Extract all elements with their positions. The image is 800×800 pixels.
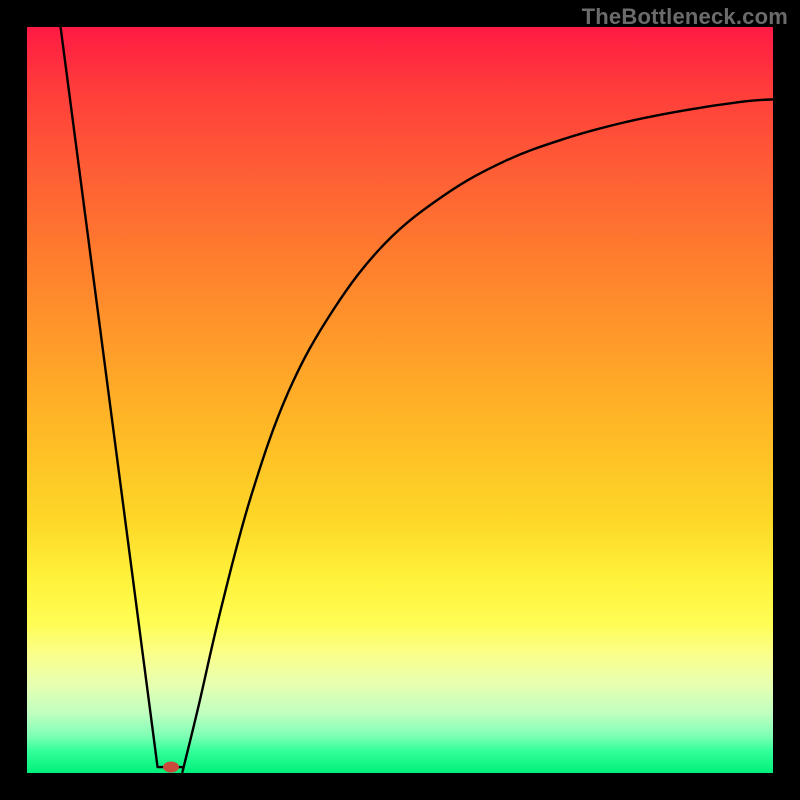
watermark-text: TheBottleneck.com bbox=[582, 4, 788, 30]
chart-frame: TheBottleneck.com bbox=[0, 0, 800, 800]
optimum-marker bbox=[163, 762, 179, 773]
curve-svg bbox=[27, 27, 773, 773]
plot-area bbox=[27, 27, 773, 773]
bottleneck-curve bbox=[61, 27, 773, 772]
